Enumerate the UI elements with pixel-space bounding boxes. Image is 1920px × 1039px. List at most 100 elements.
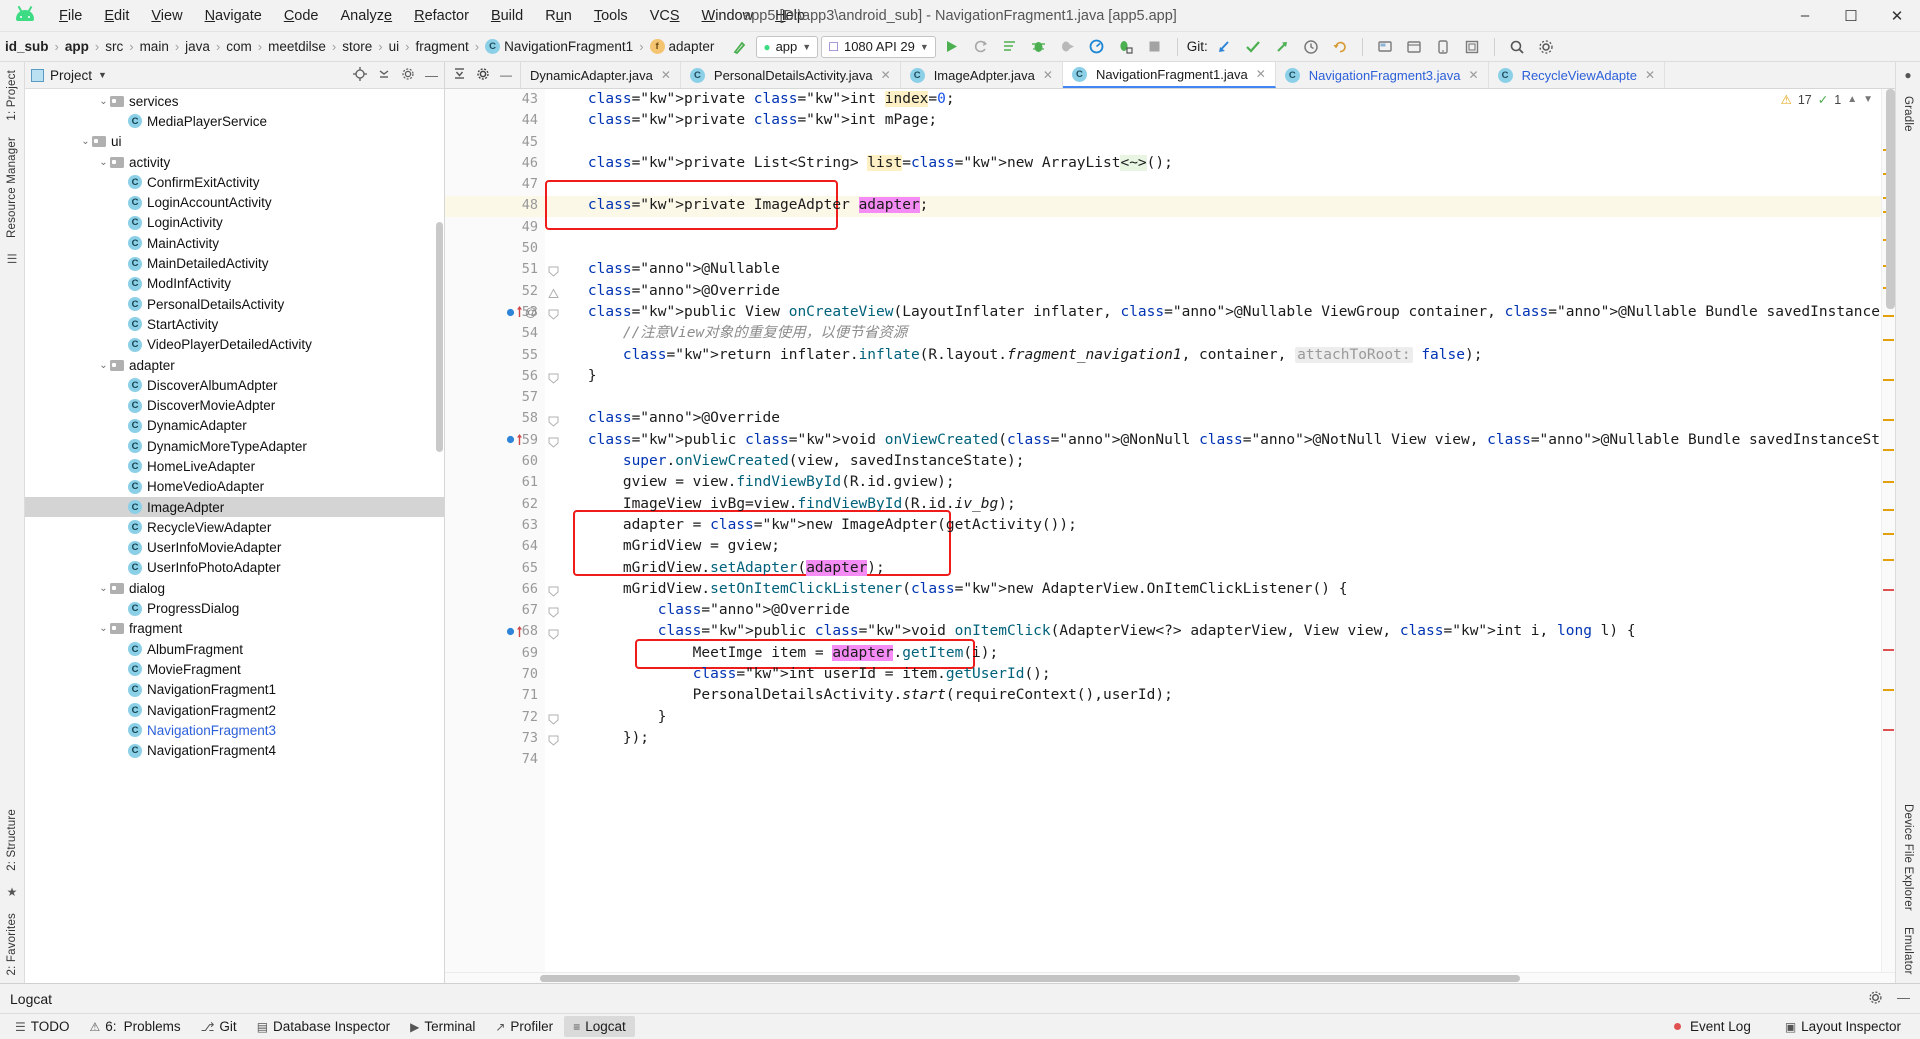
line-number[interactable]: 67 bbox=[445, 600, 545, 621]
collapse-all-icon[interactable] bbox=[377, 67, 391, 84]
menu-code[interactable]: Code bbox=[273, 5, 330, 27]
close-icon[interactable]: ✕ bbox=[661, 68, 671, 82]
inspection-marker[interactable] bbox=[1883, 533, 1894, 535]
tree-folder-fragment[interactable]: ⌄ fragment bbox=[25, 619, 444, 639]
code-line[interactable]: adapter = class="kw">new ImageAdpter(get… bbox=[553, 515, 1881, 536]
implements-method-icon[interactable] bbox=[506, 433, 523, 446]
attach-debugger-icon[interactable] bbox=[1055, 35, 1081, 59]
menu-bar[interactable]: File Edit View Navigate Code Analyze Refactor B… bbox=[48, 5, 816, 27]
menu-help[interactable]: Help bbox=[764, 5, 816, 27]
maximize-button[interactable]: ☐ bbox=[1828, 0, 1874, 32]
device-selector[interactable]: ☐ 1080 API 29 ▼ bbox=[821, 35, 936, 58]
apply-code-changes-icon[interactable] bbox=[997, 35, 1023, 59]
bottom-tab-logcat[interactable]: ≡ Logcat bbox=[564, 1016, 635, 1037]
menu-analyze[interactable]: Analyze bbox=[330, 5, 404, 27]
code-line[interactable]: class="kw">private class="kw">int mPage; bbox=[553, 110, 1881, 131]
close-icon[interactable]: ✕ bbox=[1469, 68, 1479, 82]
tree-file-RecycleViewAdapter[interactable]: C RecycleViewAdapter bbox=[25, 517, 444, 537]
code-line[interactable]: class="kw">public class="kw">void onItem… bbox=[553, 621, 1881, 642]
breadcrumb-item-main[interactable]: main bbox=[137, 39, 172, 54]
bottom-tab-event-log[interactable]: Event Log bbox=[1665, 1016, 1760, 1037]
chevron-down-icon[interactable]: ⌄ bbox=[79, 136, 92, 147]
project-panel-header[interactable]: Project ▼ — bbox=[25, 62, 444, 89]
tree-folder-adapter[interactable]: ⌄ adapter bbox=[25, 355, 444, 375]
profiler-icon[interactable] bbox=[1084, 35, 1110, 59]
inspection-marker[interactable] bbox=[1883, 559, 1894, 561]
gear-icon[interactable] bbox=[476, 67, 490, 84]
sidebar-item-resource-manager[interactable]: Resource Manager bbox=[6, 129, 18, 246]
inspection-marker[interactable] bbox=[1883, 379, 1894, 381]
tree-file-HomeLiveAdapter[interactable]: C HomeLiveAdapter bbox=[25, 456, 444, 476]
hide-panel-icon[interactable]: — bbox=[500, 68, 512, 82]
bottom-tab-database-inspector[interactable]: ▤ Database Inspector bbox=[248, 1016, 399, 1037]
run-icon[interactable] bbox=[939, 35, 965, 59]
code-content[interactable]: class="kw">private class="kw">int index=… bbox=[545, 89, 1881, 972]
sidebar-item-structure[interactable]: 2: Structure bbox=[6, 801, 18, 879]
layout-inspector-icon[interactable] bbox=[1459, 35, 1485, 59]
settings-icon[interactable] bbox=[1533, 35, 1559, 59]
editor-area[interactable]: — DynamicAdapter.java ✕ C PersonalDetailsAc… bbox=[445, 62, 1895, 983]
line-number[interactable]: 61 bbox=[445, 472, 545, 493]
tree-file-MovieFragment[interactable]: C MovieFragment bbox=[25, 659, 444, 679]
line-number[interactable]: 52 bbox=[445, 281, 545, 302]
sdk-manager-icon[interactable] bbox=[1401, 35, 1427, 59]
menu-tools[interactable]: Tools bbox=[583, 5, 639, 27]
editor-tab-navigationfragment3[interactable]: C NavigationFragment3.java ✕ bbox=[1276, 62, 1489, 88]
code-fold-icon[interactable] bbox=[548, 584, 559, 597]
code-fold-icon[interactable] bbox=[548, 605, 559, 618]
tree-file-DynamicMoreTypeAdapter[interactable]: C DynamicMoreTypeAdapter bbox=[25, 436, 444, 456]
bottom-tab-layout-inspector[interactable]: ▣ Layout Inspector bbox=[1776, 1016, 1910, 1037]
inspection-marker[interactable] bbox=[1883, 509, 1894, 511]
breadcrumb-item-meetdilse[interactable]: meetdilse bbox=[265, 39, 329, 54]
line-number[interactable]: 66 bbox=[445, 579, 545, 600]
code-line[interactable]: }); bbox=[553, 728, 1881, 749]
code-line[interactable]: //注意View对象的重复使用，以便节省资源 bbox=[553, 323, 1881, 344]
git-update-icon[interactable] bbox=[1211, 35, 1237, 59]
left-tool-strip[interactable]: 1: Project Resource Manager ☰ 2: Structu… bbox=[0, 62, 25, 983]
line-number[interactable]: 57 bbox=[445, 387, 545, 408]
close-icon[interactable]: ✕ bbox=[1043, 68, 1053, 82]
tree-file-StartActivity[interactable]: C StartActivity bbox=[25, 314, 444, 334]
menu-vcs[interactable]: VCS bbox=[639, 5, 691, 27]
inspection-summary[interactable]: ⚠ 17 ✓ 1 ▲ ▼ bbox=[1781, 92, 1873, 108]
git-commit-icon[interactable] bbox=[1240, 35, 1266, 59]
code-line[interactable]: class="kw">public class="kw">void onView… bbox=[553, 430, 1881, 451]
editor-tab-tools[interactable]: — bbox=[445, 62, 521, 88]
favorites-star-icon[interactable]: ★ bbox=[7, 879, 18, 905]
gradle-elephant-icon[interactable]: ● bbox=[1904, 62, 1911, 88]
code-fold-icon[interactable] bbox=[548, 414, 559, 427]
history-icon[interactable] bbox=[1298, 35, 1324, 59]
layers-icon[interactable]: ☰ bbox=[7, 246, 18, 272]
bottom-tab-problems[interactable]: ⚠ 6: Problems bbox=[81, 1016, 190, 1037]
chevron-down-icon[interactable]: ⌄ bbox=[97, 360, 110, 371]
line-number[interactable]: 64 bbox=[445, 536, 545, 557]
code-line[interactable] bbox=[553, 174, 1881, 195]
bottom-tab-git[interactable]: ⎇ Git bbox=[192, 1016, 246, 1037]
breadcrumb-item-app[interactable]: app bbox=[62, 39, 92, 54]
inspection-marker[interactable] bbox=[1883, 449, 1894, 451]
editor-tab-bar[interactable]: — DynamicAdapter.java ✕ C PersonalDetailsAc… bbox=[445, 62, 1895, 89]
menu-build[interactable]: Build bbox=[480, 5, 534, 27]
line-number[interactable]: 65 bbox=[445, 558, 545, 579]
editor-tab-personaldetailsactivity[interactable]: C PersonalDetailsActivity.java ✕ bbox=[681, 62, 901, 88]
tree-folder-dialog[interactable]: ⌄ dialog bbox=[25, 578, 444, 598]
project-scrollbar[interactable] bbox=[436, 222, 443, 452]
tree-file-ModInfActivity[interactable]: C ModInfActivity bbox=[25, 274, 444, 294]
bottom-tab-profiler[interactable]: ↗ Profiler bbox=[486, 1016, 562, 1037]
logcat-panel[interactable]: Logcat — bbox=[0, 983, 1920, 1013]
code-line[interactable] bbox=[553, 132, 1881, 153]
code-fold-icon[interactable] bbox=[548, 435, 559, 448]
code-fold-icon[interactable] bbox=[548, 627, 559, 640]
tree-file-DiscoverMovieAdpter[interactable]: C DiscoverMovieAdpter bbox=[25, 395, 444, 415]
chevron-down-icon[interactable]: ▼ bbox=[98, 70, 107, 80]
tree-file-UserInfoPhotoAdapter[interactable]: C UserInfoPhotoAdapter bbox=[25, 558, 444, 578]
line-number[interactable]: 51 bbox=[445, 259, 545, 280]
minimize-button[interactable]: – bbox=[1782, 0, 1828, 32]
line-number[interactable]: 43 bbox=[445, 89, 545, 110]
tree-folder-ui[interactable]: ⌄ ui bbox=[25, 132, 444, 152]
line-number[interactable]: 48 bbox=[445, 195, 545, 216]
tree-folder-services[interactable]: ⌄ services bbox=[25, 91, 444, 111]
code-line[interactable]: class="kw">return inflater.inflate(R.lay… bbox=[553, 345, 1881, 366]
search-icon[interactable] bbox=[1504, 35, 1530, 59]
code-line[interactable]: mGridView.setOnItemClickListener(class="… bbox=[553, 579, 1881, 600]
